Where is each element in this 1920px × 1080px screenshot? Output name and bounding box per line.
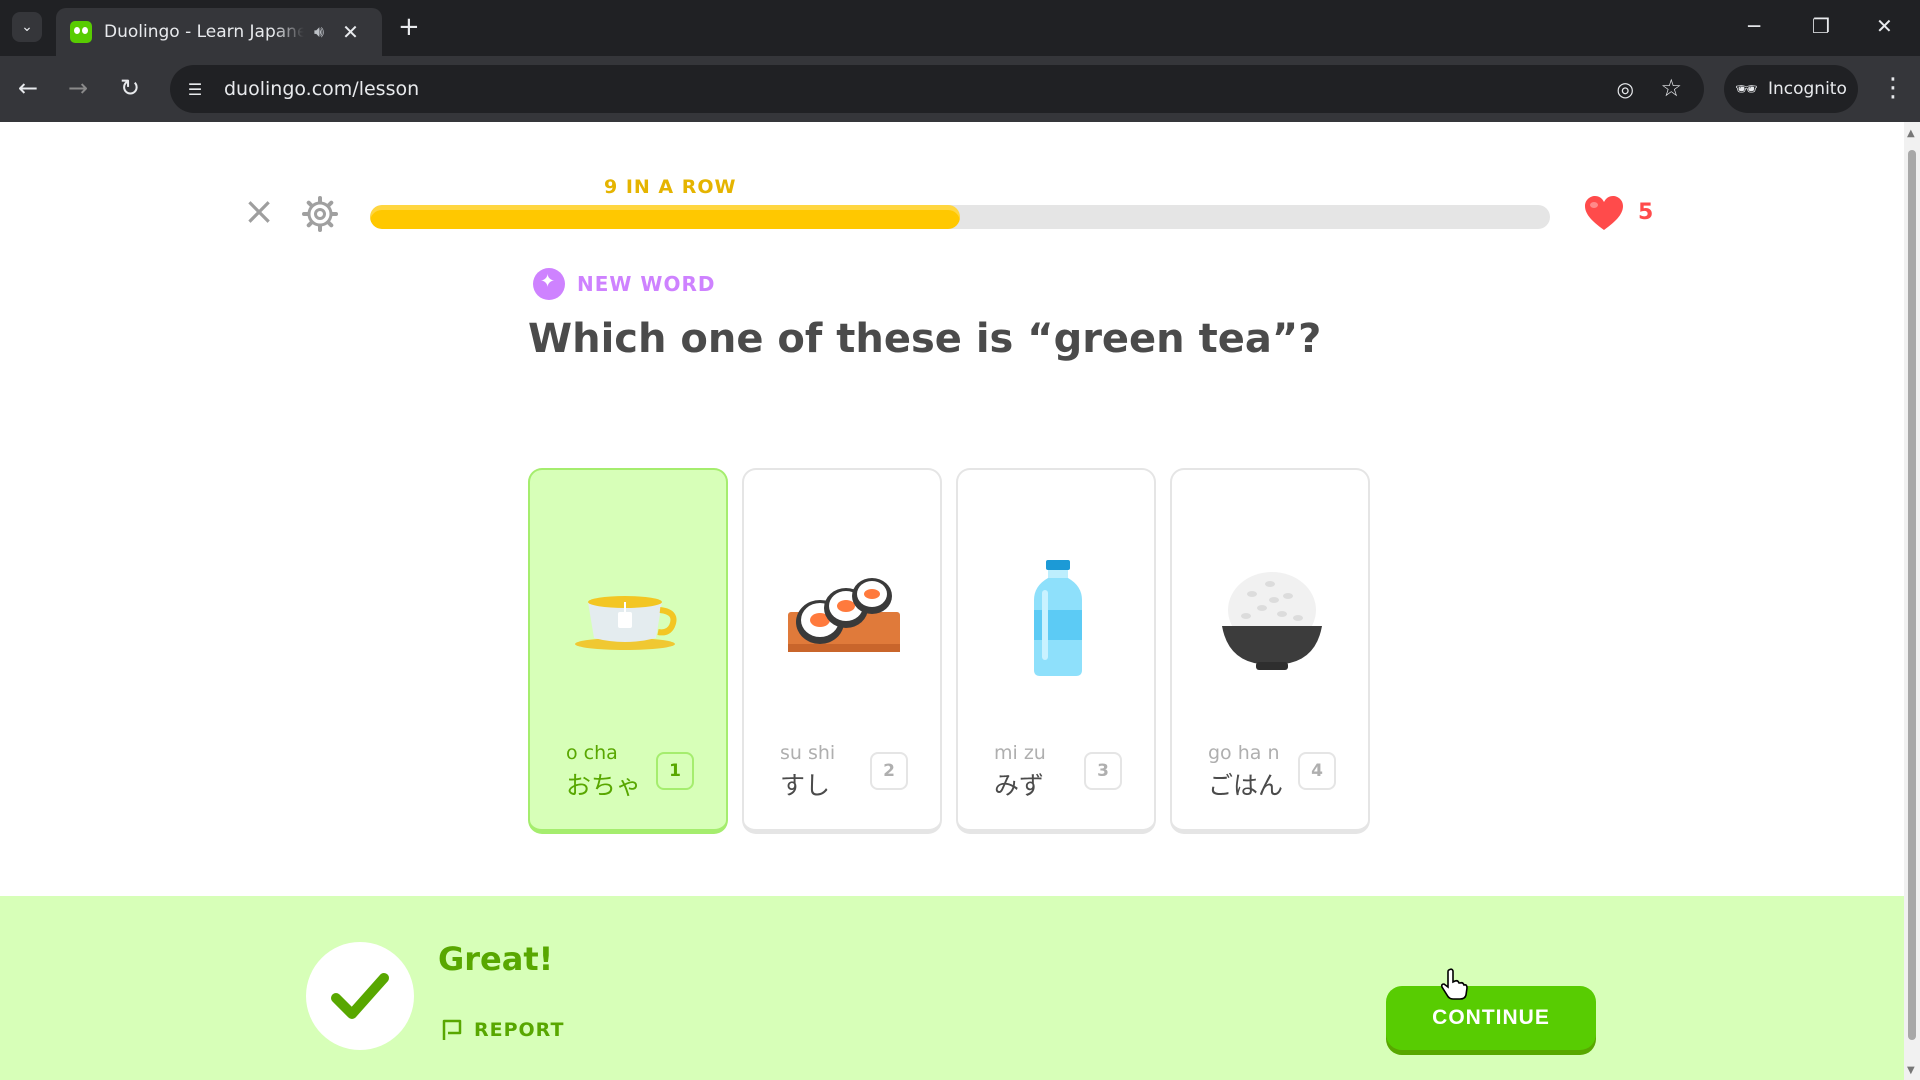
browser-toolbar: ← → ↻ ☰ duolingo.com/lesson ◎ ☆ 🕶︎ Incog…: [0, 56, 1920, 122]
green-tea-cup-icon: [570, 560, 690, 680]
choice-number: 1: [656, 752, 694, 790]
answer-choices: o cha おちゃ 1 su shi すし 2 mi zu みず 3 go ha…: [528, 468, 1370, 834]
choice-kana: おちゃ: [566, 771, 642, 800]
rice-bowl-icon: [1212, 560, 1332, 680]
tab-search-button[interactable]: ⌄: [12, 12, 42, 42]
choice-romaji: go ha n: [1208, 742, 1280, 764]
scroll-down-arrow-icon[interactable]: ▼: [1907, 1065, 1915, 1076]
lesson-progress-fill: [370, 205, 960, 229]
water-bottle-icon: [998, 560, 1118, 680]
choice-card-sushi[interactable]: su shi すし 2: [742, 468, 942, 834]
restore-icon[interactable]: ❐: [1812, 14, 1830, 38]
bookmark-star-icon[interactable]: ☆: [1660, 74, 1682, 102]
choice-romaji: o cha: [566, 742, 618, 764]
reload-icon[interactable]: ↻: [120, 73, 140, 103]
duolingo-favicon-icon: [70, 21, 92, 43]
choice-romaji: mi zu: [994, 742, 1046, 764]
streak-label: 9 IN A ROW: [604, 176, 737, 198]
choice-card-ocha[interactable]: o cha おちゃ 1: [528, 468, 728, 834]
minimize-icon[interactable]: ─: [1748, 14, 1760, 38]
flag-icon: [442, 1019, 462, 1040]
incognito-icon: 🕶︎: [1735, 78, 1758, 100]
incognito-button[interactable]: 🕶︎ Incognito: [1724, 65, 1858, 113]
lesson-progress-bar: [370, 205, 1550, 229]
continue-button[interactable]: CONTINUE: [1386, 986, 1596, 1050]
lesson-page: × 9 IN A ROW 5 NEW WORD Which one of the…: [0, 122, 1904, 1080]
choice-kana: みず: [994, 771, 1045, 800]
browser-tab-bar: ⌄ Duolingo - Learn Japanese 🔊︎ ✕ + ─ ❐ ✕: [0, 0, 1920, 56]
quit-lesson-close-icon[interactable]: ×: [240, 192, 278, 232]
url-text[interactable]: duolingo.com/lesson: [224, 78, 419, 100]
browser-menu-icon[interactable]: ⋮: [1880, 70, 1906, 106]
checkmark-icon: [331, 973, 389, 1019]
report-label: REPORT: [474, 1019, 565, 1041]
choice-kana: ごはん: [1208, 771, 1284, 800]
scrollbar-thumb[interactable]: [1908, 150, 1916, 1040]
hand-pointer-cursor-icon: [1440, 968, 1468, 1000]
feedback-title: Great!: [438, 940, 554, 978]
question-prompt: Which one of these is “green tea”?: [528, 316, 1322, 362]
choice-romaji: su shi: [780, 742, 836, 764]
site-info-icon[interactable]: ☰: [184, 78, 206, 100]
choice-number: 2: [870, 752, 908, 790]
scroll-up-arrow-icon[interactable]: ▲: [1907, 128, 1915, 139]
back-arrow-icon[interactable]: ←: [18, 73, 38, 103]
report-button[interactable]: REPORT: [440, 1018, 564, 1042]
choice-card-gohan[interactable]: go ha n ごはん 4: [1170, 468, 1370, 834]
speaker-icon[interactable]: 🔊︎: [314, 22, 324, 42]
choice-number: 3: [1084, 752, 1122, 790]
new-tab-button[interactable]: +: [398, 12, 420, 42]
address-bar[interactable]: ☰ duolingo.com/lesson ◎ ☆: [170, 65, 1704, 113]
hearts-count: 5: [1638, 200, 1654, 225]
tab-title: Duolingo - Learn Japanese: [104, 22, 304, 42]
choice-card-mizu[interactable]: mi zu みず 3: [956, 468, 1156, 834]
correct-answer-banner: Great! REPORT CONTINUE: [0, 896, 1904, 1080]
tab-close-icon[interactable]: ✕: [342, 20, 359, 44]
sushi-icon: [784, 560, 904, 680]
new-word-sparkle-icon: [533, 268, 565, 300]
page-scrollbar[interactable]: ▲ ▼: [1904, 122, 1920, 1080]
new-word-badge: NEW WORD: [533, 268, 716, 300]
new-word-label: NEW WORD: [577, 272, 716, 296]
choice-number: 4: [1298, 752, 1336, 790]
correct-check-badge: [306, 942, 414, 1050]
settings-gear-icon[interactable]: [300, 194, 340, 234]
heart-icon[interactable]: [1584, 196, 1624, 232]
browser-tab[interactable]: Duolingo - Learn Japanese 🔊︎ ✕: [56, 8, 382, 56]
incognito-label: Incognito: [1767, 79, 1847, 99]
forward-arrow-icon[interactable]: →: [68, 73, 88, 103]
choice-kana: すし: [780, 771, 831, 800]
eye-slash-icon[interactable]: ◎: [1617, 77, 1634, 101]
window-close-icon[interactable]: ✕: [1876, 14, 1893, 38]
